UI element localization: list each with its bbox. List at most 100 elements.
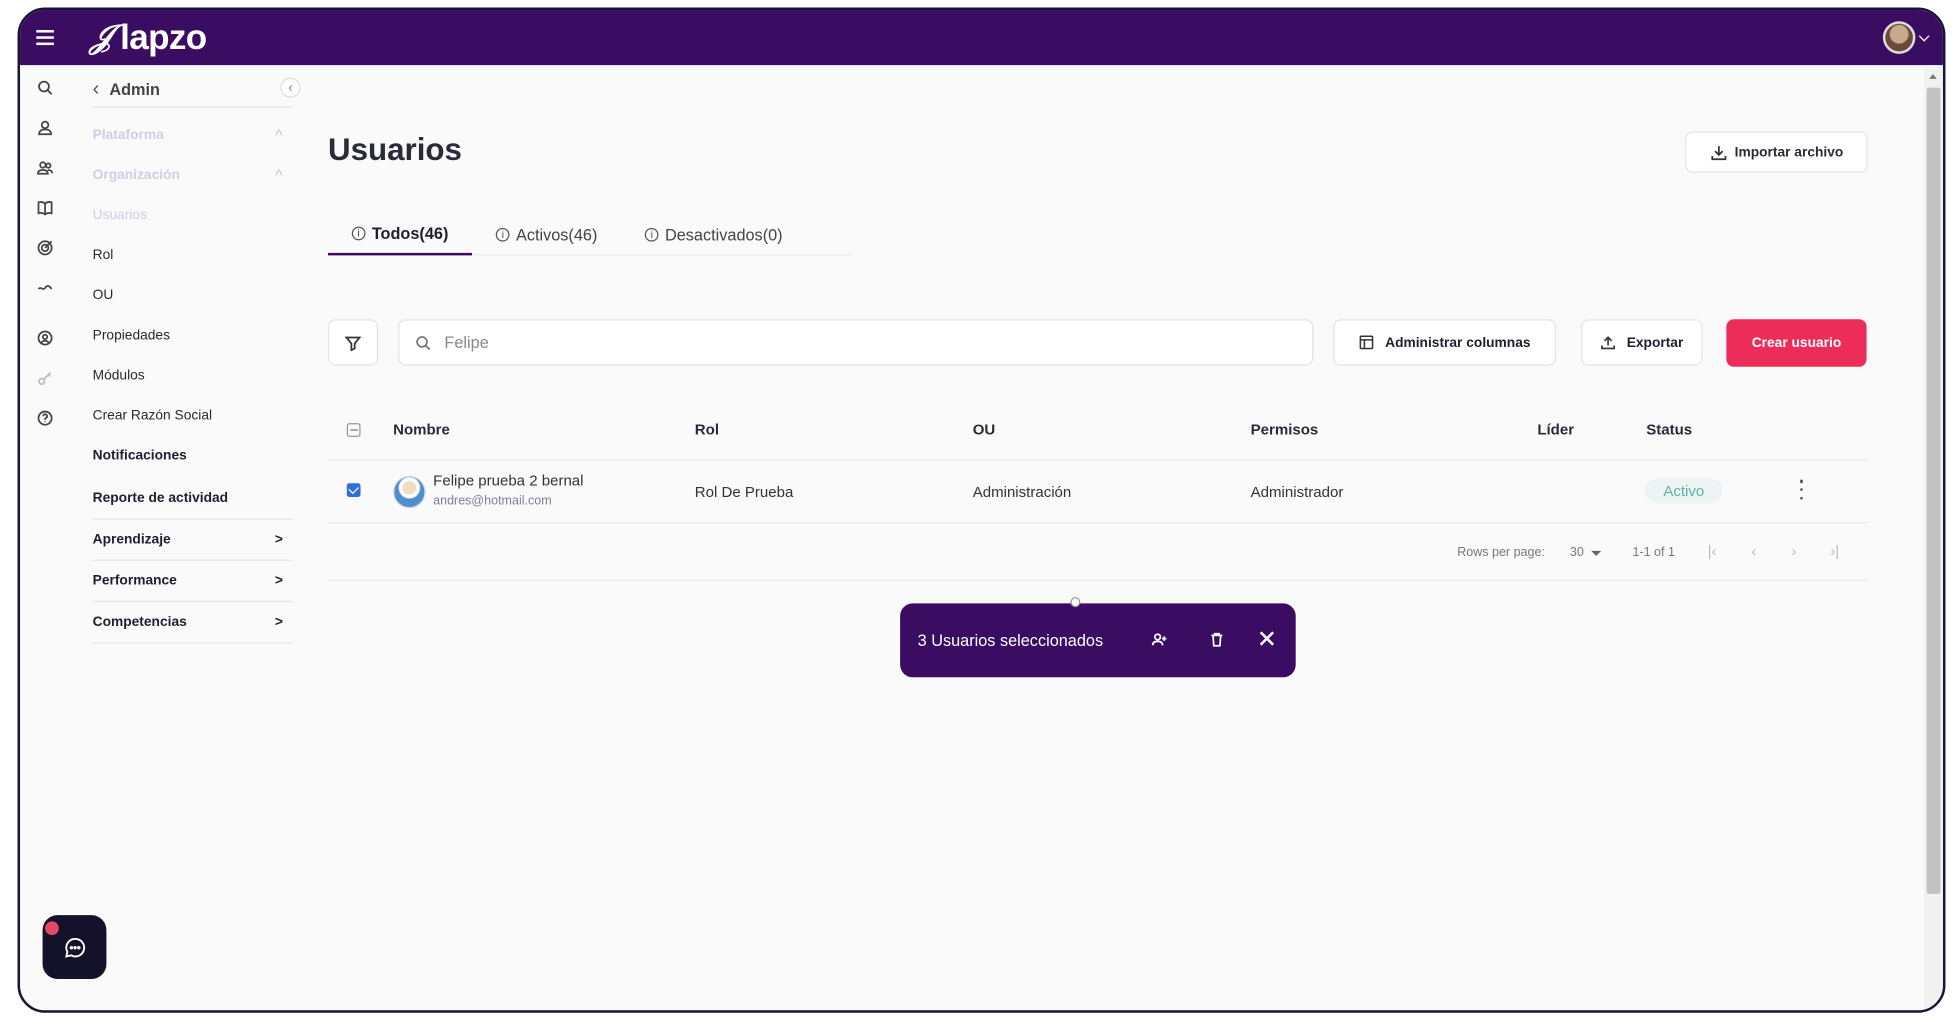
- status-tabs: i Todos(46) i Activos(46) i Desactivados…: [327, 213, 852, 256]
- search-box: [398, 319, 1314, 366]
- book-icon[interactable]: [35, 198, 55, 218]
- lapzo-mark-icon[interactable]: [35, 278, 55, 298]
- key-icon[interactable]: [35, 368, 55, 388]
- sidebar-item-performance[interactable]: Performance >: [92, 561, 293, 603]
- previous-page-icon[interactable]: ‹: [1751, 542, 1756, 560]
- table-row[interactable]: Felipe prueba 2 bernal andres@hotmail.co…: [327, 461, 1868, 524]
- scroll-up-icon[interactable]: [1929, 73, 1937, 79]
- target-icon[interactable]: [35, 238, 55, 258]
- tab-activos[interactable]: i Activos(46): [472, 213, 621, 256]
- sidebar-header: ‹ Admin ‹: [92, 73, 301, 108]
- logo-text: lapzo: [120, 17, 207, 57]
- sidebar-item-label: Notificaciones: [92, 448, 187, 464]
- page-title: Usuarios: [327, 132, 462, 168]
- help-icon[interactable]: [35, 408, 55, 428]
- export-label: Exportar: [1626, 334, 1684, 350]
- sidebar-item-label: Propiedades: [92, 327, 170, 344]
- export-button[interactable]: Exportar: [1581, 319, 1703, 366]
- users-icon[interactable]: [35, 158, 55, 178]
- tab-label: Desactivados(0): [664, 224, 783, 244]
- sidebar-item-plataforma[interactable]: Plataforma ^: [93, 128, 293, 143]
- rows-per-page-select[interactable]: 30: [1570, 546, 1602, 560]
- sidebar-item-rol[interactable]: Rol: [93, 248, 293, 263]
- pagination: Rows per page: 30 1-1 of 1 |‹ ‹ › ›|: [327, 523, 1868, 581]
- info-icon: i: [495, 227, 510, 241]
- scroll-thumb[interactable]: [1926, 87, 1941, 894]
- collapse-sidebar-button[interactable]: ‹: [280, 77, 301, 98]
- chat-icon: [64, 937, 85, 958]
- sidebar-item-label: Crear Razón Social: [92, 408, 213, 424]
- trash-icon[interactable]: [1208, 631, 1226, 655]
- close-icon[interactable]: [1257, 628, 1277, 654]
- sidebar-item-crear-razon-social[interactable]: Crear Razón Social: [93, 408, 293, 423]
- support-icon[interactable]: [35, 328, 55, 348]
- sidebar-item-label: Organización: [92, 167, 180, 183]
- column-header-rol[interactable]: Rol: [695, 421, 719, 439]
- admin-sidebar: ‹ Admin ‹ Plataforma ^ Organización ^ Us…: [75, 65, 301, 644]
- user-name[interactable]: Felipe prueba 2 bernal: [433, 472, 583, 490]
- page-range: 1-1 of 1: [1632, 545, 1675, 560]
- sidebar-item-ou[interactable]: OU: [93, 288, 293, 303]
- logo[interactable]: 𝒥 lapzo: [90, 17, 207, 58]
- search-icon[interactable]: [35, 78, 55, 98]
- import-file-button[interactable]: Importar archivo: [1685, 131, 1868, 173]
- column-header-nombre[interactable]: Nombre: [393, 421, 450, 439]
- last-page-icon[interactable]: ›|: [1830, 542, 1839, 560]
- sidebar-item-usuarios[interactable]: Usuarios: [93, 208, 293, 223]
- sidebar-item-label: Aprendizaje: [92, 532, 171, 548]
- search-icon: [416, 335, 431, 350]
- manage-columns-label: Administrar columnas: [1385, 334, 1531, 350]
- tab-desactivados[interactable]: i Desactivados(0): [621, 213, 806, 256]
- row-checkbox[interactable]: [346, 483, 361, 498]
- sidebar-item-aprendizaje[interactable]: Aprendizaje >: [92, 520, 293, 561]
- sidebar-item-reporte-actividad[interactable]: Reporte de actividad: [92, 478, 293, 520]
- status-badge: Activo: [1644, 478, 1723, 504]
- user-icon[interactable]: [35, 118, 55, 138]
- tab-todos[interactable]: i Todos(46): [327, 213, 473, 256]
- first-page-icon[interactable]: |‹: [1708, 542, 1717, 560]
- back-icon[interactable]: ‹: [93, 78, 100, 101]
- create-user-button[interactable]: Crear usuario: [1726, 319, 1867, 367]
- filter-button[interactable]: [327, 319, 379, 366]
- user-email: andres@hotmail.com: [433, 494, 552, 509]
- sidebar-item-modulos[interactable]: Módulos: [93, 368, 293, 383]
- selection-count: 3 Usuarios seleccionados: [917, 630, 1104, 650]
- sidebar-item-competencias[interactable]: Competencias >: [92, 602, 293, 644]
- column-header-permisos[interactable]: Permisos: [1251, 421, 1319, 439]
- notification-dot: [45, 921, 59, 936]
- sidebar-item-label: Rol: [92, 247, 114, 263]
- sidebar-item-label: Competencias: [92, 614, 187, 630]
- chevron-right-icon: >: [274, 573, 283, 589]
- drag-handle[interactable]: [1070, 597, 1081, 608]
- menu-icon[interactable]: [20, 10, 70, 65]
- column-header-ou[interactable]: OU: [973, 421, 996, 439]
- scrollbar[interactable]: [1924, 67, 1943, 1011]
- assign-user-icon[interactable]: [1150, 631, 1168, 655]
- select-all-checkbox[interactable]: [346, 423, 361, 437]
- sidebar-item-notificaciones[interactable]: Notificaciones: [93, 448, 293, 463]
- chevron-down-icon: [1918, 30, 1930, 41]
- column-header-lider[interactable]: Líder: [1537, 421, 1574, 439]
- filter-icon: [344, 336, 362, 351]
- table-header: Nombre Rol OU Permisos Líder Status: [327, 401, 1868, 461]
- user-ou: Administración: [972, 483, 1072, 501]
- sidebar-item-label: OU: [92, 287, 114, 303]
- sidebar-item-propiedades[interactable]: Propiedades: [93, 328, 293, 343]
- download-icon: [1710, 145, 1726, 160]
- columns-icon: [1360, 335, 1374, 350]
- sidebar-item-label: Módulos: [92, 368, 145, 384]
- info-icon: i: [644, 227, 659, 241]
- info-icon: i: [351, 225, 366, 240]
- avatar[interactable]: [1882, 21, 1916, 54]
- manage-columns-button[interactable]: Administrar columnas: [1333, 319, 1557, 366]
- column-header-status[interactable]: Status: [1646, 421, 1692, 439]
- search-input[interactable]: [444, 333, 1196, 352]
- row-actions-icon[interactable]: [1798, 479, 1806, 500]
- next-page-icon[interactable]: ›: [1791, 542, 1796, 560]
- chevron-up-icon: ^: [274, 167, 283, 183]
- sidebar-item-organizacion[interactable]: Organización ^: [93, 168, 293, 183]
- avatar: [393, 475, 426, 509]
- user-permissions: Administrador: [1250, 483, 1344, 501]
- user-menu[interactable]: [1882, 21, 1930, 54]
- chevron-up-icon: ^: [274, 127, 283, 143]
